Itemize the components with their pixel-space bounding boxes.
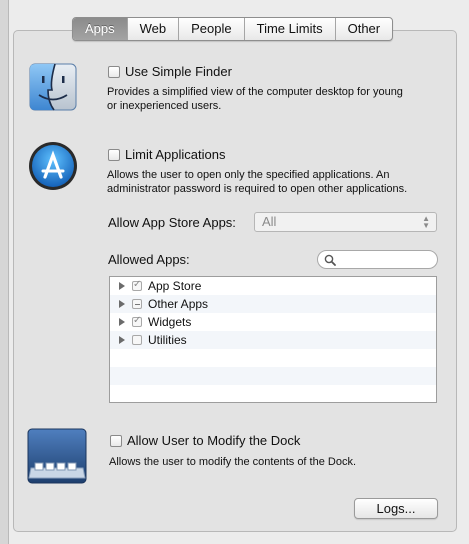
empty-row (110, 349, 436, 367)
list-item[interactable]: Widgets (110, 313, 436, 331)
list-item[interactable]: Other Apps (110, 295, 436, 313)
limit-apps-label: Limit Applications (125, 147, 226, 162)
limit-apps-checkbox[interactable] (108, 148, 120, 161)
tab-time-limits[interactable]: Time Limits (243, 18, 335, 40)
logs-button[interactable]: Logs... (354, 498, 438, 519)
tab-other[interactable]: Other (334, 18, 393, 40)
tab-web[interactable]: Web (126, 18, 179, 40)
empty-row (110, 385, 436, 402)
allowed-apps-list: App Store Other Apps Widgets Utilities (109, 276, 437, 403)
limit-apps-checkbox-row[interactable]: Limit Applications (108, 147, 225, 162)
app-store-icon (27, 140, 79, 195)
simple-finder-checkbox[interactable] (108, 65, 120, 78)
list-item-label: Utilities (148, 333, 187, 347)
modify-dock-description: Allows the user to modify the contents o… (109, 456, 357, 468)
disclosure-triangle-icon[interactable] (119, 318, 125, 326)
tab-apps[interactable]: Apps (73, 18, 127, 40)
allowed-apps-search[interactable] (317, 250, 438, 269)
modify-dock-label: Allow User to Modify the Dock (127, 433, 301, 448)
disclosure-triangle-icon[interactable] (119, 282, 125, 290)
disclosure-triangle-icon[interactable] (119, 336, 125, 344)
item-checkbox[interactable] (132, 335, 142, 345)
app-store-apps-label: Allow App Store Apps: (108, 215, 236, 230)
empty-row (110, 367, 436, 385)
allowed-apps-label: Allowed Apps: (108, 252, 190, 267)
modify-dock-checkbox-row[interactable]: Allow User to Modify the Dock (110, 433, 300, 448)
dock-icon (27, 428, 87, 487)
list-item[interactable]: App Store (110, 277, 436, 295)
list-item-label: Widgets (148, 315, 192, 329)
window-left-edge (0, 0, 9, 544)
list-item-label: App Store (148, 279, 202, 293)
app-store-apps-value: All (262, 214, 277, 229)
select-arrows-icon: ▲ ▼ (422, 214, 430, 230)
item-checkbox[interactable] (132, 281, 142, 291)
list-item-label: Other Apps (148, 297, 209, 311)
search-icon (324, 254, 336, 266)
modify-dock-checkbox[interactable] (110, 434, 122, 447)
limit-apps-description: Allows the user to open only the specifi… (107, 169, 408, 195)
tab-people[interactable]: People (178, 18, 243, 40)
simple-finder-description: Provides a simplified view of the comput… (107, 86, 403, 112)
disclosure-triangle-icon[interactable] (119, 300, 125, 308)
list-item[interactable]: Utilities (110, 331, 436, 349)
finder-icon (28, 62, 78, 115)
simple-finder-checkbox-row[interactable]: Use Simple Finder (108, 64, 232, 79)
tab-bar: Apps Web People Time Limits Other (72, 17, 394, 41)
item-checkbox[interactable] (132, 299, 142, 309)
app-store-apps-select[interactable]: All ▲ ▼ (254, 212, 437, 232)
item-checkbox[interactable] (132, 317, 142, 327)
simple-finder-label: Use Simple Finder (125, 64, 232, 79)
